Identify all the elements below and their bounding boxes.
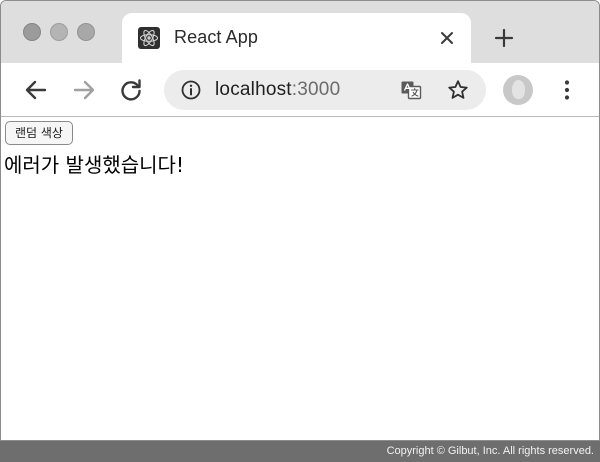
url-port: :3000 [291,79,341,100]
minimize-window-button[interactable] [50,23,68,41]
random-color-button[interactable]: 랜덤 색상 [5,121,73,145]
star-icon[interactable] [446,78,470,102]
close-window-button[interactable] [23,23,41,41]
browser-toolbar: localhost:3000 [1,63,599,117]
address-bar[interactable]: localhost:3000 [164,70,486,110]
info-icon[interactable] [180,79,202,101]
page-content: 랜덤 색상 에러가 발생했습니다! [1,118,599,440]
close-icon[interactable] [437,28,457,48]
copyright-footer: Copyright © Gilbut, Inc. All rights rese… [0,441,600,462]
window-controls [23,23,95,41]
maximize-window-button[interactable] [77,23,95,41]
copyright-text: Copyright © Gilbut, Inc. All rights rese… [386,445,594,457]
tab-strip: React App [1,1,599,64]
kebab-menu-icon[interactable] [557,76,577,104]
error-message: 에러가 발생했습니다! [4,153,184,177]
browser-window: React App localhost:3000 랜덤 색상 에러가 발생했습니… [0,0,600,441]
plus-icon[interactable] [489,23,519,53]
tab-react-app[interactable]: React App [122,13,471,64]
reload-icon[interactable] [117,76,145,104]
arrow-right-icon[interactable] [70,76,98,104]
avatar[interactable] [503,75,533,105]
arrow-left-icon[interactable] [22,76,50,104]
url-host: localhost [215,79,292,100]
react-icon [138,27,160,49]
tab-title: React App [174,27,258,47]
translate-icon[interactable] [400,79,422,101]
url-text: localhost:3000 [215,79,340,101]
